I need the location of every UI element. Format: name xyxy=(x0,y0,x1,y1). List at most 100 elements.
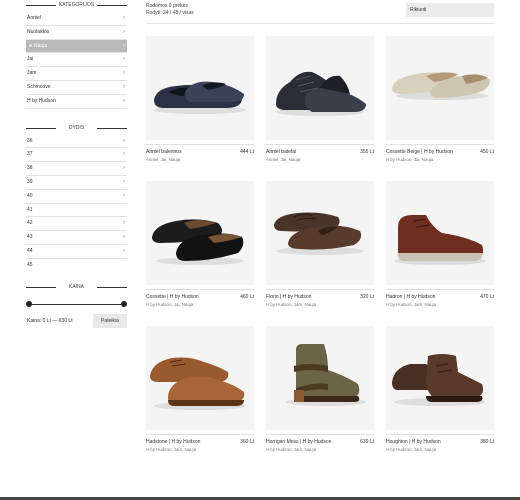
product-price: 444 Lt xyxy=(240,149,254,155)
chevron-right-icon: › xyxy=(123,15,125,21)
sidebar-item-jam[interactable]: Jam › xyxy=(26,67,127,81)
product-caption: Houghton | H by Hudson 380 Lt H by Hudson,… xyxy=(386,434,494,452)
chevron-right-icon: › xyxy=(123,56,125,63)
size-option-45[interactable]: 45 xyxy=(26,259,127,272)
sidebar-item-label: Schmoove xyxy=(27,83,51,90)
size-option-41[interactable]: 41 xyxy=(26,204,127,218)
product-tags: H by Hudson, Jam, Nauja xyxy=(266,447,317,452)
size-option-37[interactable]: 37 › xyxy=(26,148,127,163)
product-card[interactable]: Cossette | H by Hudson 460 Lt H by Hudson,… xyxy=(146,181,254,307)
slider-min-handle[interactable] xyxy=(26,300,32,307)
product-name[interactable]: Horrigan Moss | H by Hudson xyxy=(266,439,374,445)
slider-track xyxy=(29,303,124,305)
product-image[interactable] xyxy=(266,36,374,140)
size-option-44[interactable]: 44 › xyxy=(26,245,127,259)
product-image[interactable] xyxy=(266,181,374,285)
chevron-right-icon: › xyxy=(123,83,125,90)
product-tags: H by Hudson, Jam, Nauja xyxy=(146,447,197,452)
product-image[interactable] xyxy=(266,326,374,430)
size-label: 37 xyxy=(27,151,33,158)
product-price: 360 Lt xyxy=(240,439,254,445)
product-price: 380 Lt xyxy=(480,439,494,445)
product-price: 470 Lt xyxy=(480,294,494,300)
divider xyxy=(97,127,127,129)
product-name[interactable]: Anniel balerinos xyxy=(146,149,254,155)
product-name[interactable]: Houghton | H by Hudson xyxy=(386,439,494,445)
product-card[interactable]: Houghton | H by Hudson 380 Lt H by Hudson,… xyxy=(386,326,494,452)
size-option-43[interactable]: 43 › xyxy=(26,231,127,245)
product-name[interactable]: Cossette Beige | H by Hudson xyxy=(386,149,494,155)
chevron-right-icon: › xyxy=(123,234,125,241)
sidebar-item-anniel[interactable]: Anniel › xyxy=(26,12,127,26)
product-tags: H by Hudson, Jam, Nauja xyxy=(266,302,317,307)
product-image[interactable] xyxy=(386,181,494,285)
product-card[interactable]: Hadstone | H by Hudson 360 Lt H by Hudson,… xyxy=(146,326,254,452)
sidebar-item-nuolaidos[interactable]: Nuolaidos › xyxy=(26,26,127,40)
size-label: 44 xyxy=(27,247,33,254)
size-option-36[interactable]: 36 › xyxy=(26,135,127,149)
product-caption: Cossette | H by Hudson 460 Lt H by Hudson,… xyxy=(146,289,254,307)
product-caption: Anniel balerinos 444 Lt Anniel, Jai, Nauja xyxy=(146,144,254,162)
size-option-42[interactable]: 42 › xyxy=(26,217,127,232)
product-card[interactable]: Cossette Beige | H by Hudson 450 Lt H by H… xyxy=(386,36,494,162)
product-image[interactable] xyxy=(146,181,254,285)
price-range-text: Kaina: 0 Lt — 630 Lt xyxy=(27,317,73,324)
divider xyxy=(97,286,127,288)
bullet-icon: ● xyxy=(29,42,33,49)
sort-dropdown[interactable]: Rikiuoti xyxy=(406,3,494,17)
product-caption: Anniel batelai 355 Lt Anniel, Jai, Nauja xyxy=(266,144,374,162)
product-name[interactable]: Anniel batelai xyxy=(266,149,374,155)
product-caption: Hadstone | H by Hudson 360 Lt H by Hudson,… xyxy=(146,434,254,452)
chevron-right-icon: › xyxy=(123,220,125,227)
chevron-right-icon: › xyxy=(123,70,125,77)
chevron-right-icon: › xyxy=(123,165,125,172)
sidebar-item-schmoove[interactable]: Schmoove › xyxy=(26,81,127,95)
size-label: 41 xyxy=(27,206,33,213)
product-image[interactable] xyxy=(146,36,254,140)
sidebar-item-nauja[interactable]: ● Nauja › xyxy=(26,39,127,54)
size-label: 45 xyxy=(27,261,33,268)
chevron-right-icon: › xyxy=(123,28,125,35)
size-label: 40 xyxy=(27,192,33,199)
product-caption: Cossette Beige | H by Hudson 450 Lt H by H… xyxy=(386,144,494,162)
product-card[interactable]: Anniel balerinos 444 Lt Anniel, Jai, Nauja xyxy=(146,36,254,162)
sidebar-item-label: Jai xyxy=(27,56,34,63)
price-heading: KAINA xyxy=(26,282,127,294)
product-caption: Florio | H by Hudson 320 Lt H by Hudson, J… xyxy=(266,289,374,307)
product-name[interactable]: Cossette | H by Hudson xyxy=(146,294,254,300)
product-name[interactable]: Hadron | H by Hudson xyxy=(386,294,494,300)
product-name[interactable]: Hadstone | H by Hudson xyxy=(146,439,254,445)
size-label: 38 xyxy=(27,165,33,172)
product-image[interactable] xyxy=(386,326,494,430)
divider xyxy=(26,286,56,288)
size-option-39[interactable]: 39 › xyxy=(26,176,127,190)
size-label: 39 xyxy=(27,178,33,185)
product-name[interactable]: Florio | H by Hudson xyxy=(266,294,374,300)
product-card[interactable]: Horrigan Moss | H by Hudson 630 Lt H by Hu… xyxy=(266,326,374,452)
product-card[interactable]: Anniel batelai 355 Lt Anniel, Jai, Nauja xyxy=(266,36,374,162)
product-tags: Anniel, Jai, Nauja xyxy=(266,157,301,162)
divider xyxy=(97,5,127,6)
divider xyxy=(26,5,56,6)
product-caption: Hadron | H by Hudson 470 Lt H by Hudson, J… xyxy=(386,289,494,307)
divider xyxy=(26,127,56,129)
size-option-40[interactable]: 40 › xyxy=(26,190,127,204)
product-caption: Horrigan Moss | H by Hudson 630 Lt H by Hu… xyxy=(266,434,374,452)
product-tags: H by Hudson, Jai, Nauja xyxy=(386,157,434,162)
product-tags: H by Hudson, Jam, Nauja xyxy=(386,302,437,307)
sidebar-item-h-by-hudson[interactable]: H by Hudson › xyxy=(26,95,127,109)
product-card[interactable]: Florio | H by Hudson 320 Lt H by Hudson, J… xyxy=(266,181,374,307)
sidebar-item-jai[interactable]: Jai › xyxy=(26,53,127,68)
price-slider[interactable] xyxy=(26,300,127,310)
product-image[interactable] xyxy=(146,326,254,430)
product-card[interactable]: Hadron | H by Hudson 470 Lt H by Hudson, J… xyxy=(386,181,494,307)
results-toolbar: Rodomos 9 prekės Rodyti: 24 / 48 / visas… xyxy=(146,3,494,24)
sidebar: KATEGORIJOS Anniel › Nuolaidos › ● Nauja › Jai ›… xyxy=(26,0,127,328)
sizes-title: DYDIS xyxy=(68,124,85,131)
chevron-right-icon: › xyxy=(123,178,125,185)
size-option-38[interactable]: 38 › xyxy=(26,162,127,176)
chevron-right-icon: › xyxy=(123,42,125,49)
slider-max-handle[interactable] xyxy=(121,300,127,307)
filter-button[interactable]: Pateikia xyxy=(93,313,127,328)
product-image[interactable] xyxy=(386,36,494,140)
